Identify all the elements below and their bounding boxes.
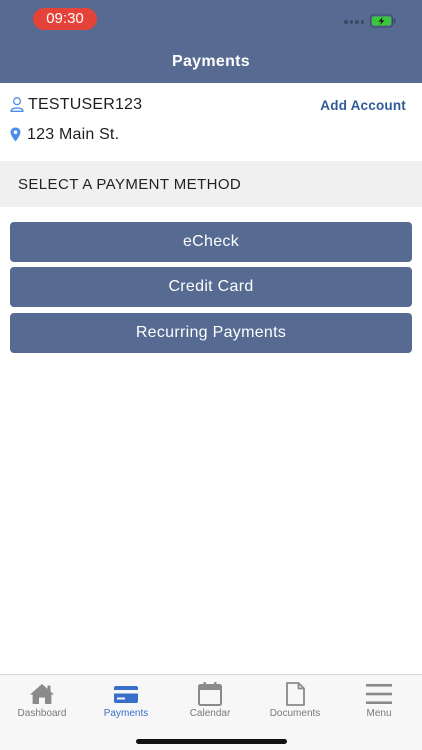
- battery-charging-icon: [370, 14, 396, 28]
- tab-label: Documents: [269, 708, 321, 719]
- status-icons: [344, 14, 400, 28]
- account-summary: TESTUSER123 Add Account 123 Main St.: [0, 83, 422, 161]
- credit-card-icon: [114, 686, 138, 703]
- home-indicator[interactable]: [136, 739, 287, 744]
- app-header: 09:30 Payments: [0, 0, 422, 83]
- tab-menu[interactable]: Menu: [337, 675, 421, 727]
- calendar-icon: [198, 682, 222, 706]
- tab-calendar[interactable]: Calendar: [168, 675, 252, 727]
- section-title: SELECT A PAYMENT METHOD: [18, 176, 242, 193]
- payment-method-section-header: SELECT A PAYMENT METHOD: [0, 161, 422, 207]
- account-username: TESTUSER123: [28, 96, 143, 113]
- tab-documents[interactable]: Documents: [253, 675, 337, 727]
- tab-label: Menu: [366, 708, 392, 719]
- tab-payments[interactable]: Payments: [84, 675, 168, 727]
- account-address: 123 Main St.: [27, 126, 120, 143]
- add-account-link[interactable]: Add Account: [320, 98, 406, 113]
- tab-label: Dashboard: [17, 708, 67, 719]
- tab-label: Payments: [103, 708, 149, 719]
- location-pin-icon: [10, 127, 21, 142]
- user-icon: [10, 97, 24, 112]
- signal-dots-icon: [344, 20, 366, 24]
- home-icon: [30, 684, 54, 704]
- status-time: 09:30: [33, 8, 97, 30]
- echeck-button[interactable]: eCheck: [10, 222, 412, 262]
- recurring-payments-button[interactable]: Recurring Payments: [10, 313, 412, 353]
- hamburger-menu-icon: [366, 684, 392, 704]
- document-icon: [286, 682, 305, 706]
- tab-dashboard[interactable]: Dashboard: [0, 675, 84, 727]
- credit-card-button[interactable]: Credit Card: [10, 267, 412, 307]
- page-title: Payments: [172, 53, 250, 70]
- tab-label: Calendar: [189, 708, 231, 719]
